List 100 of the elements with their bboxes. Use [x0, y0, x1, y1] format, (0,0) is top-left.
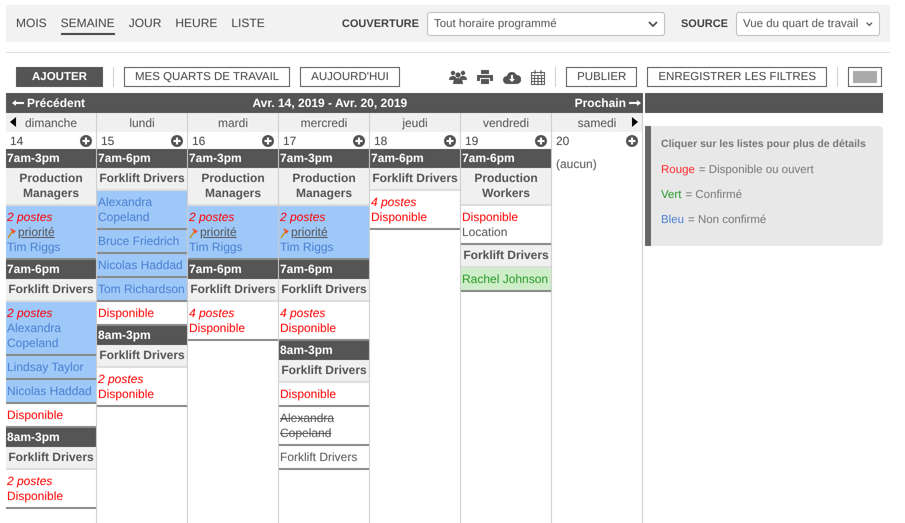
- positions-count: 2 postes: [7, 306, 54, 321]
- arrow-right-icon: [628, 99, 641, 107]
- employee-name: Tim Riggs: [189, 240, 244, 255]
- role-header[interactable]: Forklift Drivers: [279, 279, 369, 302]
- available-status: Disponible: [462, 210, 520, 225]
- shift-time: 7am-6pm: [279, 260, 369, 279]
- available-status: Disponible: [98, 387, 156, 402]
- available-status: Disponible: [189, 321, 246, 336]
- legend-text: = Confirmé: [685, 189, 742, 201]
- employee-name: Nicolas Haddad: [98, 258, 184, 273]
- weekday-label: samedi: [578, 116, 616, 130]
- calendar-icon[interactable]: [531, 70, 546, 84]
- role-header[interactable]: Forklift Drivers: [188, 279, 278, 302]
- role-header[interactable]: Production Managers: [6, 168, 96, 206]
- employee-name: Alexandra Copeland: [98, 195, 154, 225]
- add-icon[interactable]: [535, 135, 547, 147]
- priority-link[interactable]: priorité: [291, 225, 328, 240]
- shift-time: 7am-3pm: [188, 149, 278, 168]
- positions-count: 4 postes: [371, 195, 418, 210]
- priority-link[interactable]: priorité: [200, 225, 237, 240]
- shift-entry[interactable]: 2 postes priorité Tim Riggs: [188, 206, 278, 260]
- available-status: Disponible: [98, 306, 156, 321]
- view-tab[interactable]: SEMAINE: [60, 12, 115, 34]
- weekday-label: mercredi: [300, 116, 348, 130]
- shift-entry[interactable]: 2 postes priorité Tim Riggs: [6, 206, 96, 260]
- color-toggle-button[interactable]: [848, 67, 882, 87]
- available-status: Disponible: [280, 321, 338, 336]
- weekday-label: vendredi: [482, 116, 530, 130]
- available-status: Disponible: [371, 210, 428, 225]
- filter-label: SOURCE: [680, 18, 728, 30]
- legend-key: Rouge: [661, 164, 695, 176]
- cloud-download-icon[interactable]: [503, 70, 522, 84]
- add-icon[interactable]: [171, 135, 183, 147]
- previous-link[interactable]: Précédent: [12, 96, 86, 110]
- role-header[interactable]: Forklift Drivers: [370, 168, 460, 191]
- view-tab[interactable]: MOIS: [16, 12, 47, 34]
- add-icon[interactable]: [353, 135, 365, 147]
- add-icon[interactable]: [444, 135, 456, 147]
- next-triangle-icon[interactable]: [632, 117, 638, 127]
- employee-name: Bruce Friedrich: [98, 234, 180, 249]
- employee-name: Tim Riggs: [280, 240, 335, 255]
- day-number: 14: [10, 134, 24, 148]
- arrow-left-icon: [12, 99, 24, 107]
- toolbar-button[interactable]: PUBLIER: [566, 67, 638, 87]
- day-number: 19: [465, 134, 478, 148]
- previous-triangle-icon[interactable]: [10, 117, 16, 127]
- add-icon[interactable]: [626, 135, 638, 147]
- positions-count: 4 postes: [280, 306, 326, 321]
- legend-text: = Non confirmé: [688, 214, 766, 226]
- view-tab[interactable]: JOUR: [128, 12, 162, 34]
- role-header[interactable]: Forklift Drivers: [461, 245, 551, 268]
- add-icon[interactable]: [80, 135, 92, 147]
- add-icon[interactable]: [262, 135, 274, 147]
- next-link[interactable]: Prochain: [574, 96, 641, 110]
- available-status: Disponible: [280, 387, 338, 402]
- shift-time: 7am-6pm: [370, 149, 460, 168]
- employee-name: Forklift Drivers: [280, 450, 358, 465]
- shift-time: 7am-3pm: [6, 149, 96, 168]
- employee-name: Tom Richardson: [98, 282, 186, 297]
- role-header[interactable]: Forklift Drivers: [6, 447, 96, 470]
- shift-time: 8am-3pm: [6, 428, 96, 447]
- chevron-icon: [648, 20, 658, 26]
- toolbar-button[interactable]: MES QUARTS DE TRAVAIL: [124, 67, 290, 87]
- role-header[interactable]: Forklift Drivers: [97, 345, 187, 368]
- positions-count: 2 postes: [7, 474, 54, 489]
- view-tab[interactable]: LISTE: [231, 12, 265, 34]
- print-icon[interactable]: [477, 70, 494, 84]
- role-header[interactable]: Forklift Drivers: [6, 279, 96, 302]
- pin-icon: [280, 227, 290, 238]
- role-header[interactable]: Production Managers: [279, 168, 369, 206]
- toolbar-button[interactable]: AUJOURD'HUI: [300, 67, 400, 87]
- employee-name: Alexandra Copeland: [280, 411, 336, 441]
- filter-dropdown[interactable]: Vue du quart de travail: [736, 12, 880, 36]
- shift-entry[interactable]: 2 postes priorité Tim Riggs: [279, 206, 369, 260]
- positions-count: 4 postes: [189, 306, 236, 321]
- role-header[interactable]: Forklift Drivers: [279, 360, 369, 383]
- pin-icon: [189, 227, 199, 238]
- shift-time: 8am-3pm: [279, 341, 369, 360]
- positions-count: 2 postes: [7, 210, 54, 225]
- legend-title: Cliquer sur les listes pour plus de détails: [661, 138, 867, 150]
- day-number: 18: [374, 134, 388, 148]
- available-status: Disponible: [7, 408, 64, 423]
- shift-time: 7am-3pm: [279, 149, 369, 168]
- weekday-label: dimanche: [24, 116, 78, 130]
- employee-name: Rachel Johnson: [462, 272, 550, 287]
- add-button[interactable]: AJOUTER: [16, 67, 103, 87]
- view-tab[interactable]: HEURE: [175, 12, 218, 34]
- toolbar-button[interactable]: ENREGISTRER LES FILTRES: [647, 67, 827, 87]
- filter-dropdown[interactable]: Tout horaire programmé: [426, 12, 665, 36]
- priority-link[interactable]: priorité: [18, 225, 55, 240]
- positions-count: 2 postes: [98, 372, 144, 387]
- positions-count: 2 postes: [280, 210, 326, 225]
- employee-name: Alexandra Copeland: [7, 321, 62, 351]
- legend-key: Vert: [661, 189, 682, 201]
- role-header[interactable]: Production Workers: [461, 168, 551, 206]
- people-icon[interactable]: [449, 70, 468, 84]
- employee-name: Nicolas Haddad: [7, 384, 93, 399]
- weekday-label: mardi: [218, 116, 248, 130]
- role-header[interactable]: Production Managers: [188, 168, 278, 206]
- role-header[interactable]: Forklift Drivers: [97, 168, 187, 191]
